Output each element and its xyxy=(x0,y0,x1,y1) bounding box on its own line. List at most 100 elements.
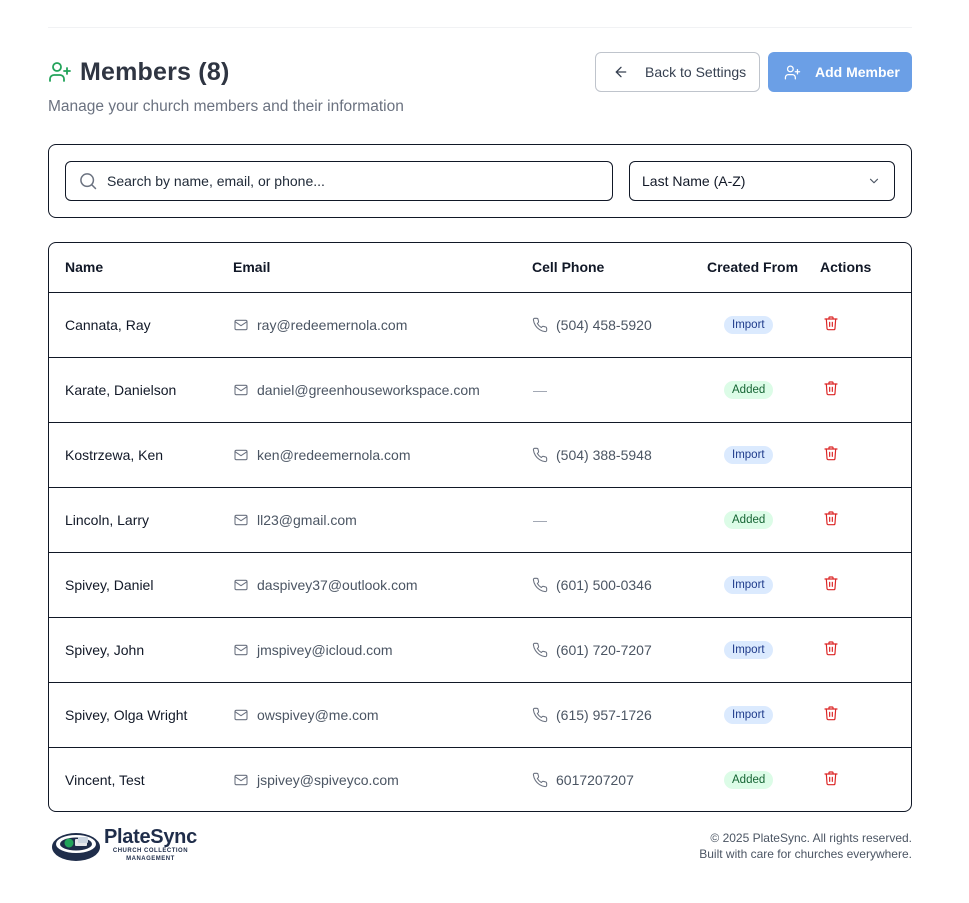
member-phone[interactable]: 6017207207 xyxy=(556,772,634,788)
table-row[interactable]: Spivey, John jmspivey@icloud.com (601) 720… xyxy=(49,616,911,682)
mail-icon xyxy=(233,512,249,528)
email-inline: owspivey@me.com xyxy=(233,707,516,723)
logo-name: PlateSync xyxy=(104,825,197,848)
email-inline: jmspivey@icloud.com xyxy=(233,642,516,658)
trash-icon[interactable] xyxy=(823,380,839,396)
page-subtitle: Manage your church members and their inf… xyxy=(48,98,404,115)
mail-icon xyxy=(233,707,249,723)
phone-inline: (601) 720-7207 xyxy=(532,642,690,658)
member-name: Cannata, Ray xyxy=(65,316,151,333)
table-header-row: Name Email Cell Phone Created From Actio… xyxy=(49,243,911,293)
email-cell: jspivey@spiveyco.com xyxy=(217,746,516,811)
trash-icon[interactable] xyxy=(823,445,839,461)
table-row[interactable]: Kostrzewa, Ken ken@redeemernola.com (504) … xyxy=(49,421,911,487)
mail-icon xyxy=(233,447,249,463)
created-from-cell: Import xyxy=(690,551,814,617)
member-email[interactable]: owspivey@me.com xyxy=(257,707,379,723)
trash-icon[interactable] xyxy=(823,315,839,331)
created-from-cell: Added xyxy=(690,486,814,552)
logo-wordmark: PlateSync CHURCH COLLECTION MANAGEMENT xyxy=(104,827,197,863)
trash-icon[interactable] xyxy=(823,705,839,721)
trash-icon[interactable] xyxy=(823,640,839,656)
mail-icon xyxy=(233,317,249,333)
email-inline: ken@redeemernola.com xyxy=(233,447,516,463)
footer-text: © 2025 PlateSync. All rights reserved. B… xyxy=(699,830,912,862)
member-email[interactable]: daniel@greenhouseworkspace.com xyxy=(257,382,480,398)
status-badge: Import xyxy=(724,576,773,594)
sort-select-value: Last Name (A-Z) xyxy=(642,173,746,189)
mail-icon xyxy=(233,642,249,658)
phone-cell: — xyxy=(516,486,690,552)
phone-cell: (615) 957-1726 xyxy=(516,681,690,747)
table-row[interactable]: Cannata, Ray ray@redeemernola.com (504) 45… xyxy=(49,292,911,357)
member-phone[interactable]: (601) 720-7207 xyxy=(556,642,652,658)
plate-logo-icon xyxy=(51,827,101,863)
status-badge: Added xyxy=(724,511,774,529)
phone-cell: (601) 720-7207 xyxy=(516,616,690,682)
phone-inline: (504) 388-5948 xyxy=(532,447,690,463)
top-divider xyxy=(48,27,912,28)
member-phone[interactable]: (615) 957-1726 xyxy=(556,707,652,723)
member-name: Vincent, Test xyxy=(49,746,217,811)
sort-select[interactable]: Last Name (A-Z) xyxy=(629,161,895,201)
member-email[interactable]: daspivey37@outlook.com xyxy=(257,577,418,593)
column-header-created-from[interactable]: Created From xyxy=(690,243,814,293)
table-row[interactable]: Vincent, Test jspivey@spiveyco.com 6017207… xyxy=(49,746,911,811)
email-cell: daspivey37@outlook.com xyxy=(217,551,516,617)
mail-icon xyxy=(233,382,249,398)
table-row[interactable]: Spivey, Daniel daspivey37@outlook.com (601… xyxy=(49,551,911,617)
member-phone[interactable]: (504) 458-5920 xyxy=(556,317,652,333)
actions-cell xyxy=(814,616,911,682)
email-cell: daniel@greenhouseworkspace.com xyxy=(217,356,516,422)
search-input[interactable] xyxy=(107,173,587,189)
column-header-name[interactable]: Name xyxy=(49,243,217,293)
copyright-text: © 2025 PlateSync. All rights reserved. xyxy=(710,831,912,845)
member-email[interactable]: ray@redeemernola.com xyxy=(257,317,407,333)
member-email[interactable]: jmspivey@icloud.com xyxy=(257,642,393,658)
column-header-email[interactable]: Email xyxy=(217,243,516,293)
member-email[interactable]: ll23@gmail.com xyxy=(257,512,357,528)
page-title: Members (8) xyxy=(80,57,230,86)
member-email[interactable]: ken@redeemernola.com xyxy=(257,447,411,463)
back-to-settings-button[interactable]: Back to Settings xyxy=(595,52,760,92)
phone-icon xyxy=(532,772,548,788)
trash-icon[interactable] xyxy=(823,510,839,526)
phone-cell: (601) 500-0346 xyxy=(516,551,690,617)
email-inline: daniel@greenhouseworkspace.com xyxy=(233,382,516,398)
phone-inline: (601) 500-0346 xyxy=(532,577,690,593)
actions-cell xyxy=(814,681,911,747)
phone-cell: 6017207207 xyxy=(516,746,690,811)
column-header-phone[interactable]: Cell Phone xyxy=(516,243,690,293)
phone-icon xyxy=(532,642,548,658)
phone-cell: (504) 458-5920 xyxy=(516,292,690,357)
table-row[interactable]: Karate, Danielson daniel@greenhouseworksp… xyxy=(49,356,911,422)
member-name: Spivey, Daniel xyxy=(49,551,217,617)
email-cell: jmspivey@icloud.com xyxy=(217,616,516,682)
created-from-cell: Import xyxy=(690,616,814,682)
phone-icon xyxy=(532,707,548,723)
user-plus-icon xyxy=(48,60,72,84)
member-name: Spivey, Olga Wright xyxy=(49,681,217,747)
filter-panel: Last Name (A-Z) xyxy=(48,144,912,218)
status-badge: Import xyxy=(724,316,773,334)
created-from-cell: Import xyxy=(690,292,814,357)
member-phone[interactable]: (504) 388-5948 xyxy=(556,447,652,463)
email-cell: owspivey@me.com xyxy=(217,681,516,747)
member-email[interactable]: jspivey@spiveyco.com xyxy=(257,772,399,788)
trash-icon[interactable] xyxy=(823,770,839,786)
back-button-label: Back to Settings xyxy=(645,64,747,80)
trash-icon[interactable] xyxy=(823,575,839,591)
search-field[interactable] xyxy=(65,161,613,201)
email-inline: ll23@gmail.com xyxy=(233,512,516,528)
mail-icon xyxy=(233,577,249,593)
footer-tagline: Built with care for churches everywhere. xyxy=(699,847,912,861)
phone-inline: (504) 458-5920 xyxy=(532,317,690,333)
member-phone[interactable]: (601) 500-0346 xyxy=(556,577,652,593)
table-row[interactable]: Lincoln, Larry ll23@gmail.com — Added xyxy=(49,486,911,552)
table-row[interactable]: Spivey, Olga Wright owspivey@me.com (615) … xyxy=(49,681,911,747)
email-inline: ray@redeemernola.com xyxy=(233,317,516,333)
status-badge: Import xyxy=(724,446,773,464)
phone-cell: — xyxy=(516,356,690,422)
email-inline: daspivey37@outlook.com xyxy=(233,577,516,593)
add-member-button[interactable]: Add Member xyxy=(768,52,912,92)
